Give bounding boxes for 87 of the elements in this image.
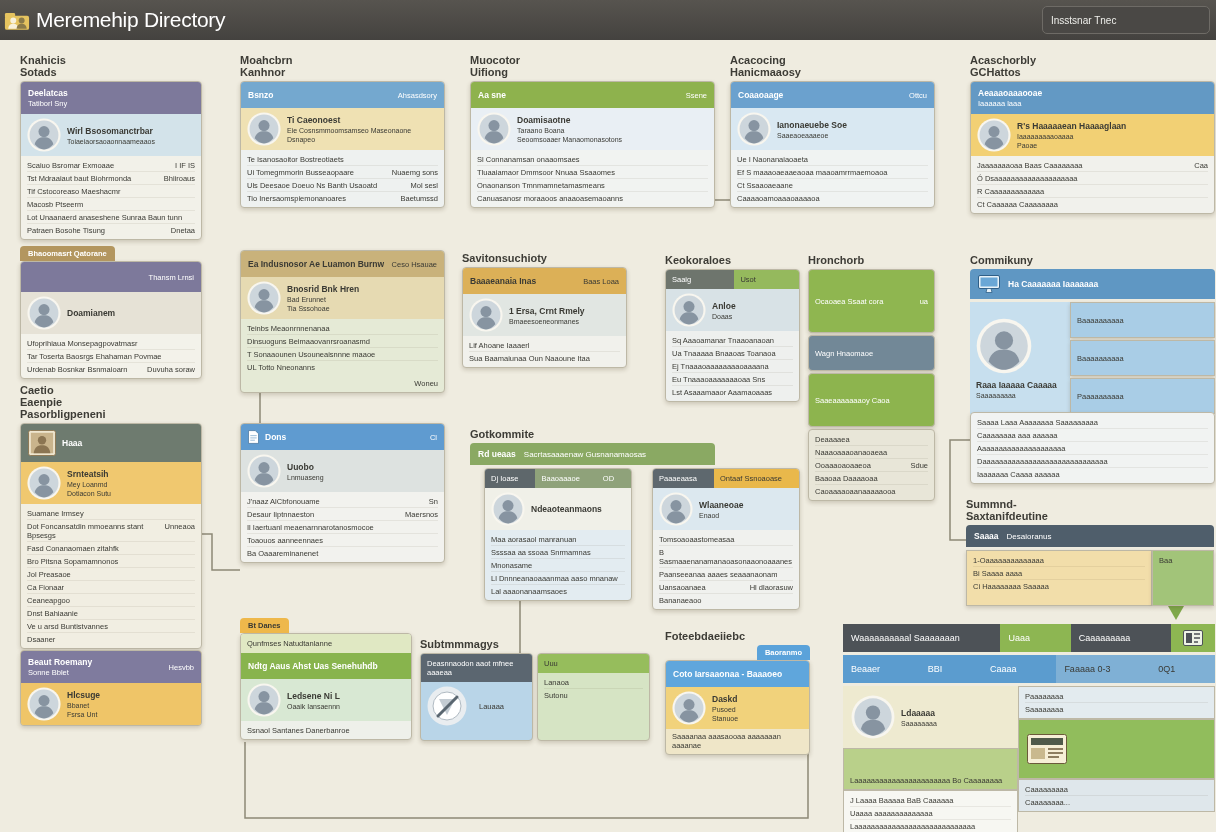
header-title: Coto Iarsaaonaa - Baaaoeo — [673, 669, 783, 679]
member-name: Ldaaaaa — [901, 707, 937, 718]
header-title: Coaaoaage — [738, 90, 784, 100]
member-name: Ndeaoteanmaons — [531, 504, 602, 514]
header-title: Deelatcas — [28, 88, 68, 98]
banner-title: Ha Caaaaaaa Iaaaaaaa — [1008, 279, 1099, 289]
member-name: Bnosrid Bnk Hren — [287, 284, 360, 294]
photo-placeholder — [28, 430, 56, 456]
avatar-icon — [672, 691, 706, 725]
avatar-icon — [737, 112, 771, 146]
member-name: Ianonaeuebe Soe — [777, 119, 847, 130]
member-name: Daskd — [712, 694, 739, 704]
member-name: Anloe — [712, 300, 736, 311]
search-field[interactable]: Insstsnar Tnec — [1042, 6, 1210, 34]
header-title: Aa sne — [478, 90, 506, 100]
header-title: Ndtg Aaus Ahst Uas Senehuhdb — [248, 661, 378, 671]
avatar-icon — [851, 695, 895, 739]
section-heading: Acacocing Hanicmaaosy — [730, 54, 801, 78]
avatar-icon — [27, 296, 61, 330]
emblem-icon — [427, 686, 467, 726]
newspaper-icon — [1027, 734, 1067, 764]
section-heading: Savitonsuchioty — [462, 252, 547, 264]
header-title: Ea Indusnosor Ae Luamon Burnw — [248, 259, 385, 269]
banner-meta: Desaioranus — [1006, 531, 1052, 541]
member-name: Ti Caeonoest — [287, 115, 342, 125]
section-heading: Commikuny — [970, 254, 1033, 266]
header-title: Bsnzo — [248, 90, 274, 100]
section-heading: Caetio Eaenpie Pasorbligpeneni — [20, 384, 106, 420]
header-title: Baaaeanaia Inas — [470, 276, 537, 286]
connector-line — [259, 391, 261, 424]
app-title: Meremehip Directory — [36, 8, 226, 32]
label-band: Beaaer — [843, 655, 920, 683]
avatar-icon — [27, 466, 61, 500]
member-name: Uuobo — [287, 461, 315, 472]
header-title: Dons — [265, 432, 287, 442]
avatar-icon — [659, 492, 693, 526]
section-heading: Knahicis Sotads — [20, 54, 66, 78]
label-band: Caaaaaaaaa — [1070, 624, 1171, 652]
member-name: Srnteatsih — [67, 469, 110, 479]
avatar-icon — [491, 492, 525, 526]
member-name: Ledsene Ni L — [287, 690, 340, 701]
avatar-icon — [976, 317, 1032, 374]
section-heading: Foteebdaeiiebc — [665, 630, 746, 642]
avatar-icon — [977, 118, 1011, 152]
banner-title: Rd ueaas — [478, 449, 516, 459]
label-band: Caaaa — [982, 655, 1057, 683]
avatar-icon — [477, 112, 511, 146]
avatar-icon — [247, 454, 281, 488]
member-name: Doamisaotne — [517, 115, 572, 125]
monitor-icon — [978, 275, 1000, 293]
avatar-icon — [672, 293, 706, 327]
label-band: 0Q1 — [1150, 655, 1215, 683]
header-title: Beaut Roemany — [28, 657, 93, 667]
document-icon — [248, 430, 259, 444]
section-heading: Acaschorbly GCHattos — [970, 54, 1037, 78]
section-heading: Gotkommite — [470, 428, 535, 440]
banner-meta: Sacrtasaaaenaw Gusnanamaosas — [523, 449, 647, 459]
avatar-icon — [247, 112, 281, 146]
header-title: Haaa — [62, 438, 83, 448]
member-name: Doamianem — [67, 308, 116, 318]
member-name: R's Haaaaaean Haaaaglaan — [1017, 121, 1127, 131]
avatar-icon — [469, 298, 503, 332]
section-heading: Summnd- Saxtanifdeutine — [966, 498, 1048, 522]
connector-line — [714, 199, 731, 201]
section-heading: Keokoraloes — [665, 254, 732, 266]
label-band: Waaaaaaaaaal Saaaaaaan — [843, 624, 1001, 652]
avatar-icon — [247, 281, 281, 315]
avatar-icon — [27, 118, 61, 152]
avatar-icon — [27, 687, 61, 721]
member-name: Hlcsuge — [67, 690, 101, 700]
member-name: Raaa Iaaaaa Caaaaa — [976, 379, 1057, 390]
pointer-icon — [1168, 606, 1184, 620]
member-name: 1 Ersa, Crnt Rmely — [509, 305, 585, 316]
label-band: BBI — [919, 655, 983, 683]
avatar-icon — [247, 683, 281, 717]
label-band: Uaaa — [1000, 624, 1071, 652]
section-heading: Subtmmmagys — [420, 638, 499, 650]
connector-line — [519, 598, 521, 654]
section-heading: Moahcbrn Kanhnor — [240, 54, 293, 78]
member-name: Wirl Bsosomanctrbar — [67, 125, 154, 136]
section-heading: Muocotor Uifiong — [470, 54, 521, 78]
section-heading: Hronchorb — [808, 254, 865, 266]
label-band: Faaaaa 0-3 — [1056, 655, 1151, 683]
member-name: Wlaaneoae — [699, 499, 744, 510]
header-title: Aeaaaoaaaooae — [978, 88, 1043, 98]
banner-title: Saaaa — [974, 531, 999, 541]
connector-line — [201, 533, 241, 571]
